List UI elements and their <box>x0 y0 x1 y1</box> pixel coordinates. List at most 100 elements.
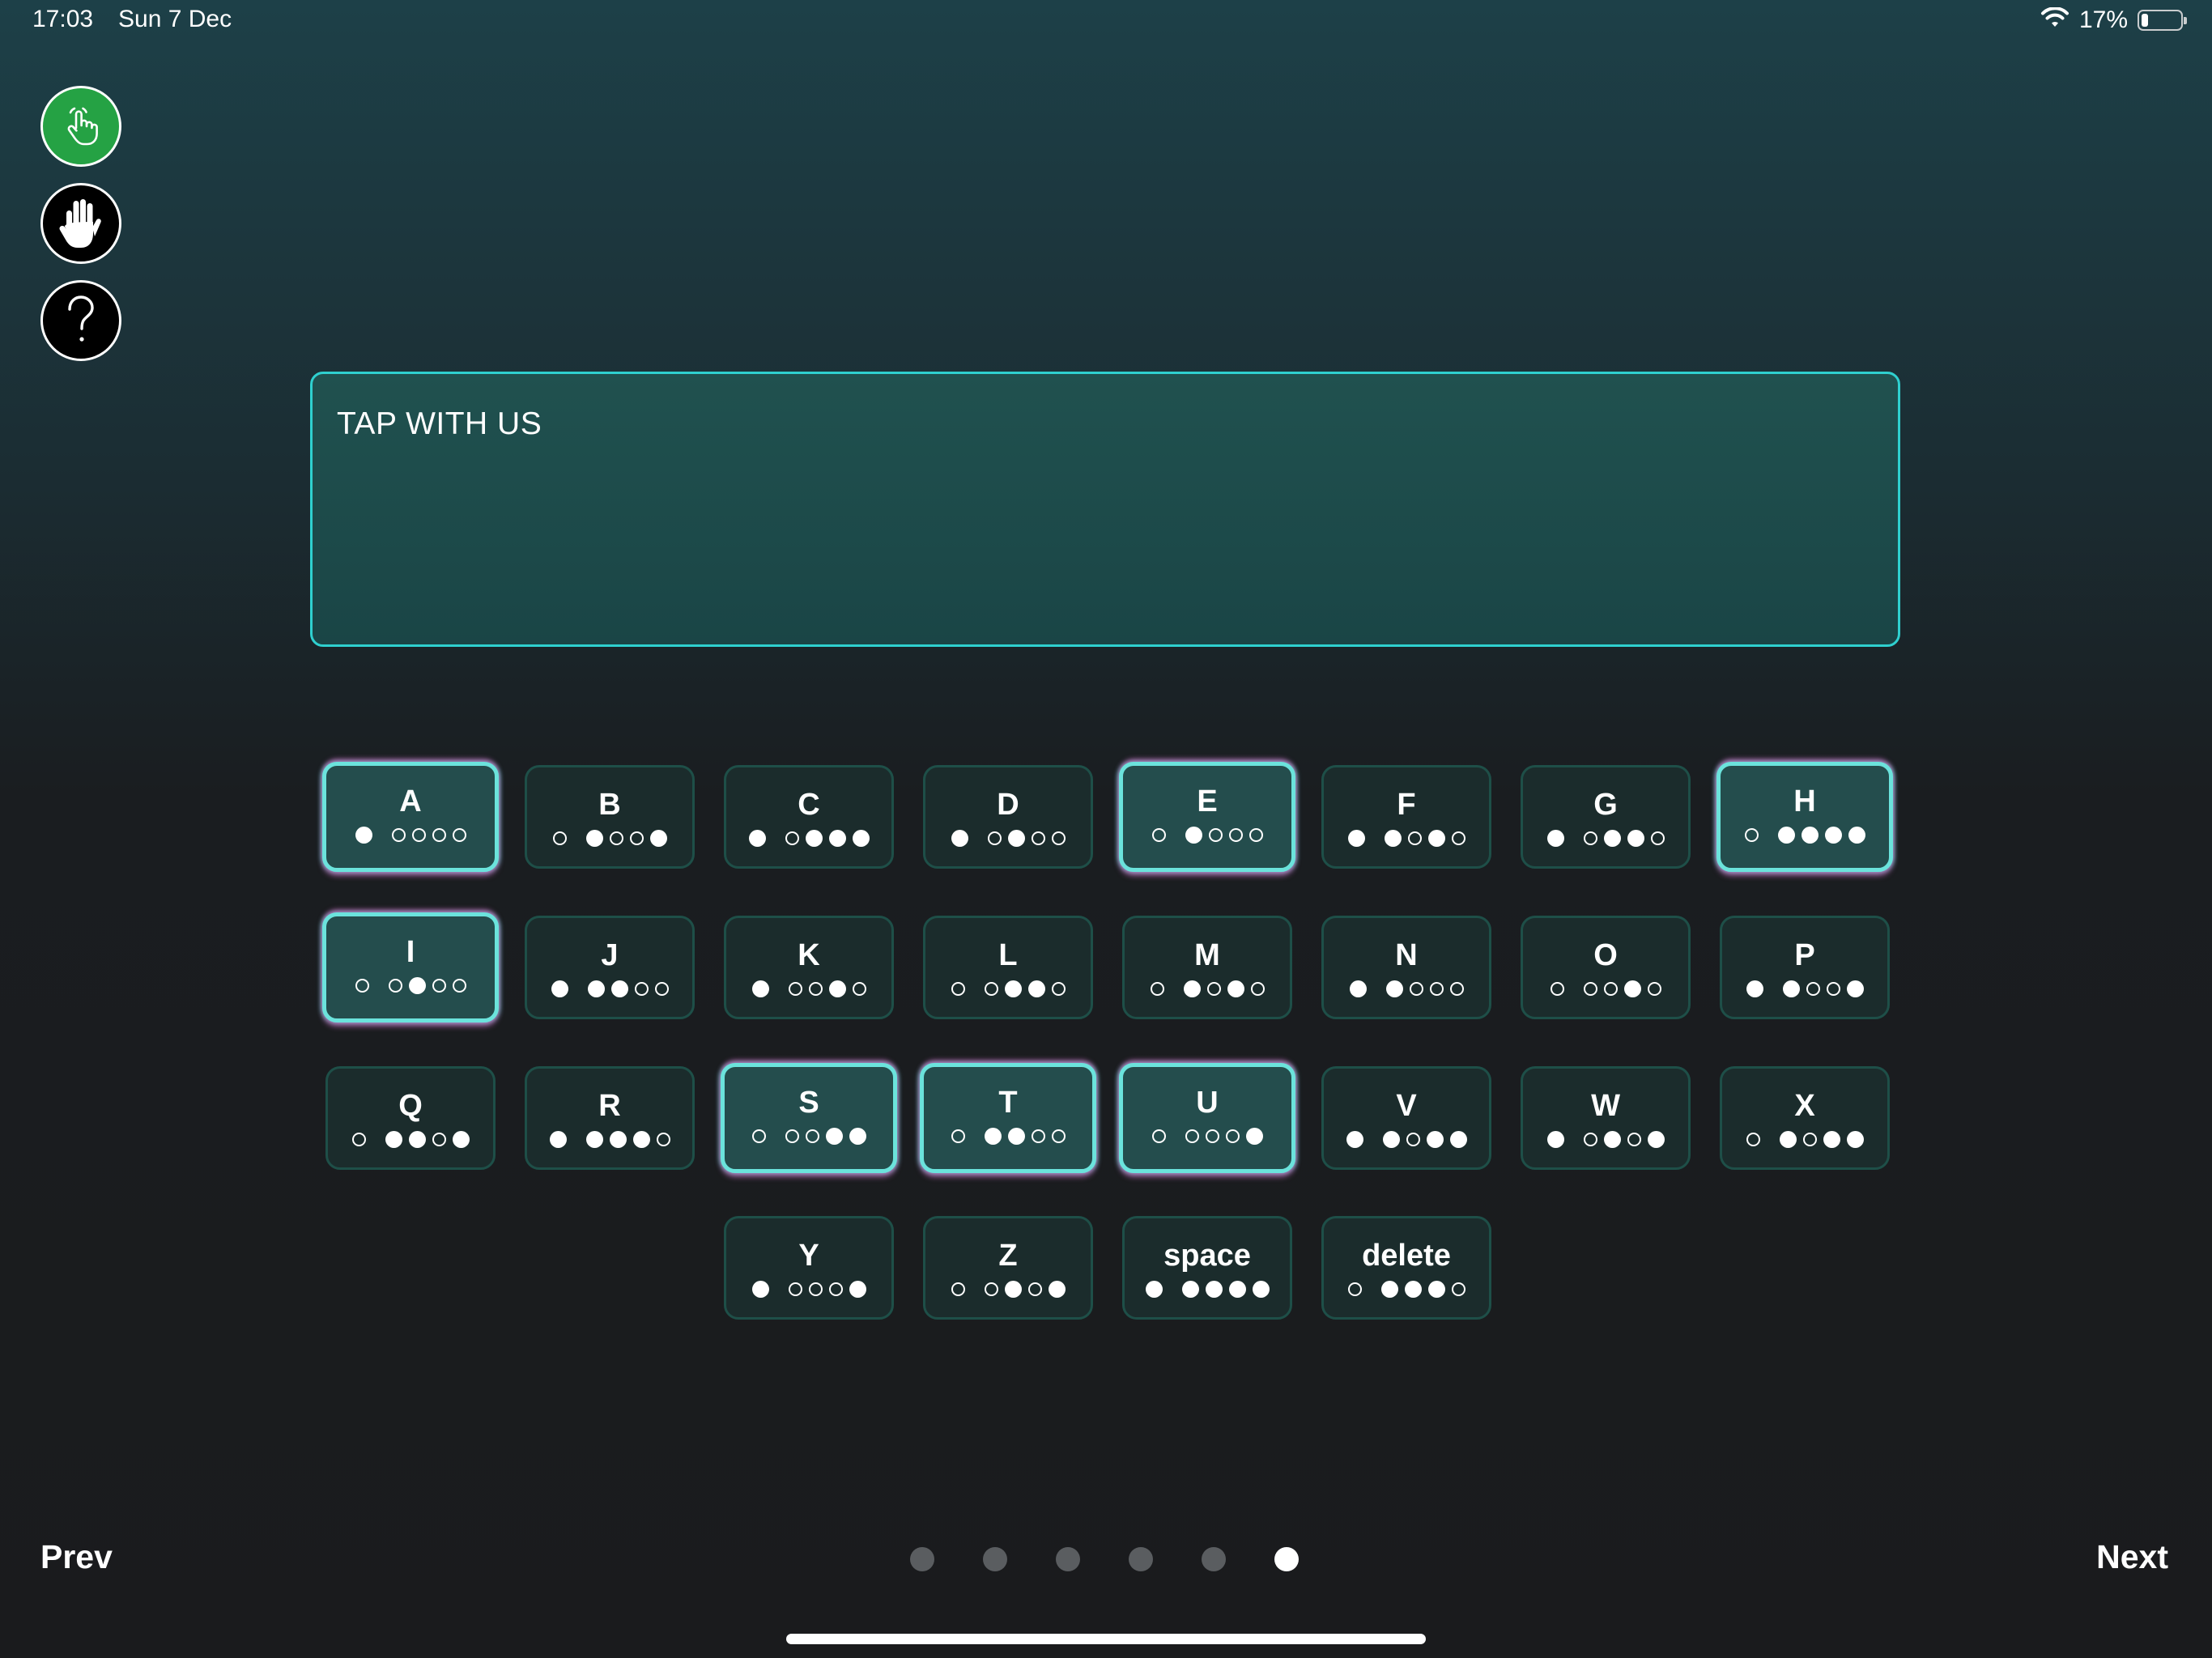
tap-pattern <box>1743 1127 1867 1151</box>
key-z[interactable]: Z <box>923 1216 1093 1320</box>
filled-dot <box>1252 1280 1270 1298</box>
key-label: U <box>1196 1086 1219 1120</box>
key-h[interactable]: H <box>1716 762 1893 872</box>
stop-hand-button[interactable] <box>40 183 121 264</box>
tap-pattern <box>1345 1277 1469 1301</box>
filled-dot <box>1027 980 1045 997</box>
key-label: R <box>598 1089 621 1123</box>
pointing-hand-icon <box>58 104 104 149</box>
key-u[interactable]: U <box>1119 1063 1295 1173</box>
filled-dot <box>1145 1280 1163 1298</box>
empty-dot <box>1027 1282 1042 1296</box>
key-a[interactable]: A <box>322 762 499 872</box>
key-n[interactable]: N <box>1321 916 1491 1019</box>
empty-dot <box>1185 1129 1199 1143</box>
filled-dot <box>1449 1130 1467 1148</box>
key-label: T <box>998 1086 1018 1120</box>
filled-dot <box>1546 1130 1564 1148</box>
key-g[interactable]: G <box>1521 765 1691 869</box>
key-f[interactable]: F <box>1321 765 1491 869</box>
prev-button[interactable]: Prev <box>40 1538 113 1576</box>
key-label: delete <box>1362 1239 1451 1273</box>
empty-dot <box>1550 981 1564 996</box>
empty-dot <box>432 827 446 842</box>
key-label: V <box>1396 1089 1417 1123</box>
page-dot[interactable] <box>1274 1547 1299 1571</box>
filled-dot <box>1048 1280 1066 1298</box>
empty-dot <box>1627 1132 1641 1146</box>
help-button[interactable] <box>40 280 121 361</box>
text-display[interactable]: TAP WITH US <box>310 372 1900 647</box>
key-o[interactable]: O <box>1521 916 1691 1019</box>
empty-dot <box>634 981 649 996</box>
key-k[interactable]: K <box>724 916 894 1019</box>
filled-dot <box>1228 1280 1246 1298</box>
filled-dot <box>1824 826 1842 844</box>
status-date: Sun 7 Dec <box>118 6 232 32</box>
page-dot[interactable] <box>1056 1547 1080 1571</box>
key-label: F <box>1397 788 1416 822</box>
empty-dot <box>788 981 802 996</box>
tap-pattern <box>548 976 672 1001</box>
key-label: S <box>798 1086 819 1120</box>
filled-dot <box>1404 1280 1422 1298</box>
tap-mode-button[interactable] <box>40 86 121 167</box>
key-y[interactable]: Y <box>724 1216 894 1320</box>
empty-dot <box>1744 827 1759 842</box>
key-l[interactable]: L <box>923 916 1093 1019</box>
key-label: W <box>1591 1089 1620 1123</box>
key-q[interactable]: Q <box>325 1066 496 1170</box>
empty-dot <box>552 831 567 845</box>
filled-dot <box>1777 826 1795 844</box>
key-label: J <box>601 938 619 972</box>
filled-dot <box>849 1280 866 1298</box>
empty-dot <box>1451 1282 1465 1296</box>
empty-dot <box>391 827 406 842</box>
page-dot[interactable] <box>1202 1547 1226 1571</box>
key-c[interactable]: C <box>724 765 894 869</box>
empty-dot <box>828 1282 843 1296</box>
key-i[interactable]: I <box>322 912 499 1022</box>
key-p[interactable]: P <box>1720 916 1890 1019</box>
question-mark-icon <box>62 295 100 346</box>
key-t[interactable]: T <box>920 1063 1096 1173</box>
key-label: Z <box>998 1239 1018 1273</box>
empty-dot <box>351 1132 366 1146</box>
filled-dot <box>1004 980 1022 997</box>
tap-pattern <box>948 826 1069 850</box>
page-dot[interactable] <box>983 1547 1007 1571</box>
key-space[interactable]: space <box>1122 1216 1292 1320</box>
filled-dot <box>355 826 372 844</box>
tap-pattern <box>352 823 470 847</box>
key-r[interactable]: R <box>525 1066 695 1170</box>
key-label: C <box>798 788 820 822</box>
key-label: K <box>798 938 820 972</box>
filled-dot <box>385 1130 402 1148</box>
home-indicator[interactable] <box>786 1634 1426 1644</box>
filled-dot <box>1426 1130 1444 1148</box>
empty-dot <box>1650 831 1665 845</box>
filled-dot <box>1346 1130 1363 1148</box>
key-label: D <box>997 788 1019 822</box>
key-v[interactable]: V <box>1321 1066 1491 1170</box>
filled-dot <box>1384 829 1402 847</box>
key-delete[interactable]: delete <box>1321 1216 1491 1320</box>
key-b[interactable]: B <box>525 765 695 869</box>
filled-dot <box>1603 1130 1621 1148</box>
next-button[interactable]: Next <box>2096 1538 2168 1576</box>
key-d[interactable]: D <box>923 765 1093 869</box>
filled-dot <box>1623 980 1641 997</box>
filled-dot <box>1382 1130 1400 1148</box>
tap-pattern <box>1346 976 1467 1001</box>
key-w[interactable]: W <box>1521 1066 1691 1170</box>
filled-dot <box>751 1280 769 1298</box>
filled-dot <box>751 980 769 997</box>
key-x[interactable]: X <box>1720 1066 1890 1170</box>
key-s[interactable]: S <box>721 1063 897 1173</box>
page-dot[interactable] <box>910 1547 934 1571</box>
page-dot[interactable] <box>1129 1547 1153 1571</box>
empty-dot <box>1449 981 1464 996</box>
key-e[interactable]: E <box>1119 762 1295 872</box>
key-j[interactable]: J <box>525 916 695 1019</box>
key-m[interactable]: M <box>1122 916 1292 1019</box>
